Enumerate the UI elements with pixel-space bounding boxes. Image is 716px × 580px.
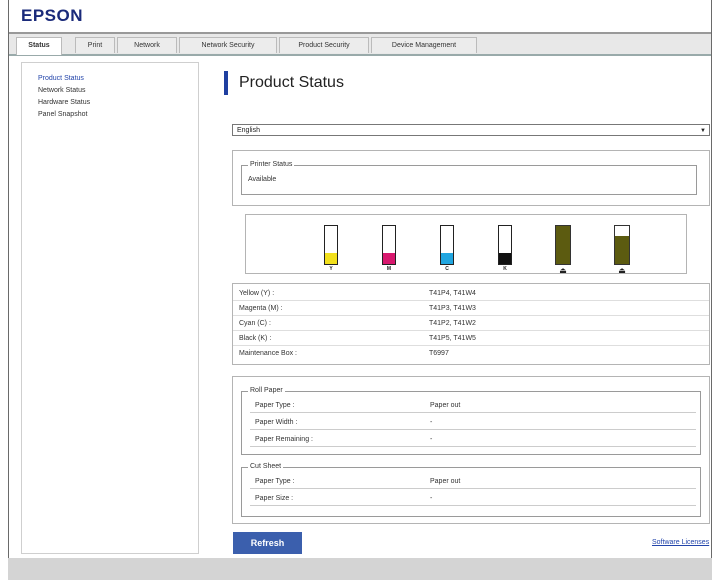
- title-accent-bar: [224, 71, 228, 95]
- printer-status-value: Available: [248, 176, 277, 183]
- paper-field-label: Paper Type :: [255, 478, 295, 485]
- ink-yellow-label: Y: [329, 266, 333, 272]
- paper-panel: Roll Paper Paper Type : Paper out Paper W…: [232, 376, 710, 524]
- cartridge-code: T6997: [429, 350, 449, 357]
- language-selected-value: English: [237, 127, 260, 134]
- paper-field-value: Paper out: [430, 402, 461, 409]
- header: EPSON: [9, 0, 711, 34]
- printer-status-fieldset: Printer Status Available: [241, 161, 697, 195]
- main-content: Product Status English ▼ Printer Status …: [214, 54, 711, 558]
- paper-field-label: Paper Width :: [255, 419, 298, 426]
- page-title: Product Status: [239, 74, 344, 91]
- ink-black-label: K: [503, 266, 507, 272]
- maintenance-box-icon: ⏏: [559, 266, 567, 275]
- cartridge-name: Cyan (C) :: [239, 320, 271, 327]
- table-row: Maintenance Box : T6997: [233, 346, 709, 361]
- ink-magenta: [382, 225, 396, 265]
- cut-sheet-legend: Cut Sheet: [248, 463, 284, 470]
- ink-cyan-label: C: [445, 266, 449, 272]
- tab-bar: Status Print Network Network Security Pr…: [9, 34, 711, 56]
- sidebar-item-network-status[interactable]: Network Status: [38, 87, 85, 94]
- sidebar: Product Status Network Status Hardware S…: [21, 62, 199, 554]
- maintenance-box-icon: ⏏: [618, 266, 626, 275]
- paper-field-label: Paper Type :: [255, 402, 295, 409]
- cartridge-table: Yellow (Y) : T41P4, T41W4 Magenta (M) : T4…: [232, 283, 710, 365]
- paper-field-label: Paper Remaining :: [255, 436, 313, 443]
- cartridge-name: Maintenance Box :: [239, 350, 297, 357]
- table-row: Magenta (M) : T41P3, T41W3: [233, 301, 709, 316]
- maintenance-box-2: [614, 225, 630, 265]
- table-row: Paper Width : -: [250, 415, 696, 430]
- language-select[interactable]: English ▼: [232, 124, 710, 136]
- paper-field-value: Paper out: [430, 478, 461, 485]
- paper-field-value: -: [430, 495, 433, 502]
- tab-status[interactable]: Status: [16, 37, 62, 55]
- table-row: Black (K) : T41P5, T41W5: [233, 331, 709, 346]
- cartridge-code: T41P5, T41W5: [429, 335, 476, 342]
- table-row: Paper Size : -: [250, 491, 696, 506]
- paper-field-label: Paper Size :: [255, 495, 294, 502]
- cartridge-name: Yellow (Y) :: [239, 290, 275, 297]
- ink-yellow: [324, 225, 338, 265]
- ink-magenta-fill: [383, 252, 395, 264]
- refresh-button[interactable]: Refresh: [233, 532, 302, 554]
- table-row: Paper Remaining : -: [250, 432, 696, 447]
- maintenance-box-1: [555, 225, 571, 265]
- ink-cyan: [440, 225, 454, 265]
- cartridge-code: T41P3, T41W3: [429, 305, 476, 312]
- paper-field-value: -: [430, 436, 433, 443]
- maintenance-box-1-fill: [556, 226, 570, 264]
- ink-cyan-fill: [441, 252, 453, 264]
- printer-status-legend: Printer Status: [248, 161, 295, 168]
- bottom-bar: [8, 558, 712, 580]
- roll-paper-legend: Roll Paper: [248, 387, 285, 394]
- table-row: Yellow (Y) : T41P4, T41W4: [233, 286, 709, 301]
- sidebar-item-product-status[interactable]: Product Status: [38, 75, 84, 82]
- printer-status-panel: Printer Status Available: [232, 150, 710, 206]
- cartridge-name: Magenta (M) :: [239, 305, 283, 312]
- sidebar-item-hardware-status[interactable]: Hardware Status: [38, 99, 90, 106]
- ink-black-fill: [499, 252, 511, 264]
- tab-product-security[interactable]: Product Security: [279, 37, 369, 53]
- epson-logo: EPSON: [21, 6, 84, 25]
- browser-frame: EPSON Status Print Network Network Secur…: [8, 0, 712, 558]
- cartridge-code: T41P4, T41W4: [429, 290, 476, 297]
- software-licenses-link[interactable]: Software Licenses: [652, 539, 709, 546]
- roll-paper-fieldset: Roll Paper Paper Type : Paper out Paper W…: [241, 387, 701, 455]
- tab-print[interactable]: Print: [75, 37, 115, 53]
- ink-levels-panel: Y M C K ⏏ ⏏: [245, 214, 687, 275]
- paper-field-value: -: [430, 419, 433, 426]
- cartridge-code: T41P2, T41W2: [429, 320, 476, 327]
- ink-black: [498, 225, 512, 265]
- tab-network-security[interactable]: Network Security: [179, 37, 277, 53]
- cut-sheet-fieldset: Cut Sheet Paper Type : Paper out Paper Si…: [241, 463, 701, 517]
- tab-network[interactable]: Network: [117, 37, 177, 53]
- cartridge-name: Black (K) :: [239, 335, 272, 342]
- table-row: Paper Type : Paper out: [250, 474, 696, 489]
- tab-device-management[interactable]: Device Management: [371, 37, 477, 53]
- table-row: Paper Type : Paper out: [250, 398, 696, 413]
- maintenance-box-2-fill: [615, 235, 629, 264]
- ink-yellow-fill: [325, 252, 337, 264]
- sidebar-item-panel-snapshot[interactable]: Panel Snapshot: [38, 111, 87, 118]
- table-row: Cyan (C) : T41P2, T41W2: [233, 316, 709, 331]
- ink-magenta-label: M: [386, 266, 392, 272]
- chevron-down-icon: ▼: [700, 128, 706, 134]
